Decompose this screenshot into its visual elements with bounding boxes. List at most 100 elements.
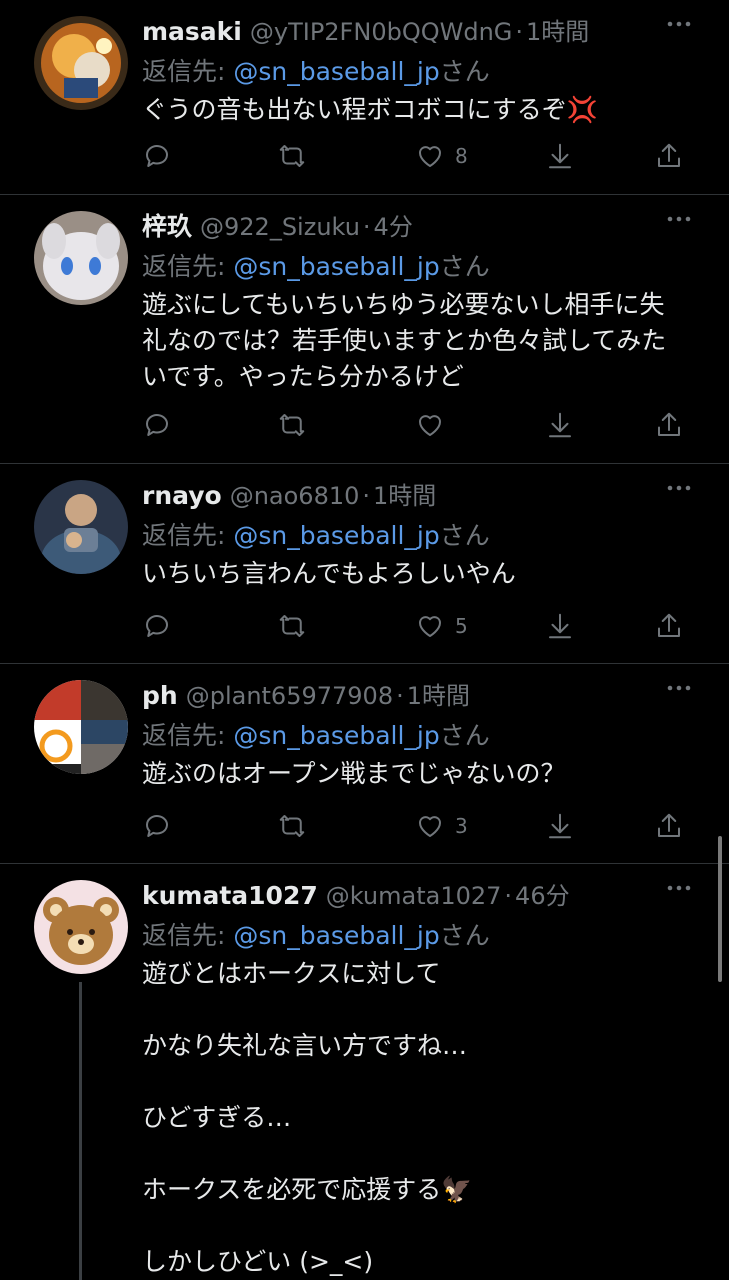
reply-prefix: 返信先: <box>142 721 234 750</box>
thread-line <box>79 982 82 1280</box>
heart-icon <box>418 415 442 436</box>
tweet-3[interactable]: rnayo @nao6810 · 1時間 返信先: @sn_baseball_j… <box>0 464 729 664</box>
bookmark-button[interactable] <box>545 610 575 642</box>
download-icon <box>549 143 571 169</box>
display-name[interactable]: 梓玖 <box>142 207 192 243</box>
reply-icon <box>146 145 168 167</box>
display-name[interactable]: rnayo <box>142 481 222 510</box>
share-button[interactable] <box>654 140 684 172</box>
action-bar: 8 <box>142 140 702 172</box>
display-name[interactable]: masaki <box>142 17 242 46</box>
tweet-5[interactable]: kumata1027 @kumata1027 · 46分 返信先: @sn_ba… <box>0 864 729 1280</box>
avatar[interactable] <box>34 480 128 574</box>
bookmark-button[interactable] <box>545 409 575 441</box>
tweet-text: 遊ぶのはオープン戦までじゃないの？ <box>142 759 566 788</box>
reply-to: 返信先: @sn_baseball_jpさん <box>142 716 490 752</box>
share-button[interactable] <box>654 810 684 842</box>
scrollbar[interactable] <box>718 836 722 982</box>
timestamp[interactable]: 4分 <box>374 207 413 242</box>
more-options-icon[interactable] <box>665 678 693 698</box>
handle[interactable]: @kumata1027 <box>326 882 502 910</box>
action-bar <box>142 409 702 441</box>
mention-link[interactable]: @sn_baseball_jp <box>233 521 439 550</box>
more-options-icon[interactable] <box>665 878 693 898</box>
retweet-button[interactable] <box>277 610 307 642</box>
share-icon <box>658 813 680 837</box>
tweet-text: いちいち言わんでもよろしいやん <box>142 559 516 588</box>
mention-link[interactable]: @sn_baseball_jp <box>233 57 439 86</box>
reply-prefix: 返信先: <box>142 521 234 550</box>
download-icon <box>549 412 571 438</box>
reply-icon <box>146 615 168 637</box>
separator-dot: · <box>362 482 371 510</box>
timestamp[interactable]: 1時間 <box>373 476 436 511</box>
reply-suffix: さん <box>439 921 490 950</box>
reply-button[interactable] <box>142 409 172 441</box>
reply-prefix: 返信先: <box>142 252 234 281</box>
share-button[interactable] <box>654 610 684 642</box>
reply-button[interactable] <box>142 140 172 172</box>
handle[interactable]: @plant65977908 <box>186 682 393 710</box>
like-count: 5 <box>455 614 468 638</box>
display-name[interactable]: ph <box>142 681 178 710</box>
more-options-icon[interactable] <box>665 478 693 498</box>
share-icon <box>658 412 680 436</box>
timestamp[interactable]: 1時間 <box>526 12 589 47</box>
bookmark-button[interactable] <box>545 140 575 172</box>
retweet-button[interactable] <box>277 810 307 842</box>
reply-button[interactable] <box>142 610 172 642</box>
reply-prefix: 返信先: <box>142 921 234 950</box>
more-options-icon[interactable] <box>665 209 693 229</box>
heart-icon <box>418 816 442 837</box>
separator-dot: · <box>504 882 513 910</box>
download-icon <box>549 613 571 639</box>
like-button[interactable] <box>415 409 455 441</box>
avatar[interactable] <box>34 880 128 974</box>
separator-dot: · <box>362 213 371 241</box>
tweet-2[interactable]: 梓玖 @922_Sizuku · 4分 返信先: @sn_baseball_jp… <box>0 195 729 464</box>
reply-to: 返信先: @sn_baseball_jpさん <box>142 916 490 952</box>
tweet-text: ぐうの音も出ない程ボコボコにするぞ💢 <box>142 95 598 124</box>
share-icon <box>658 613 680 637</box>
separator-dot: · <box>515 18 524 46</box>
more-options-icon[interactable] <box>665 14 693 34</box>
mention-link[interactable]: @sn_baseball_jp <box>233 721 439 750</box>
retweet-icon <box>279 615 305 637</box>
timestamp[interactable]: 46分 <box>515 876 570 911</box>
like-button[interactable]: 3 <box>415 810 468 842</box>
retweet-icon <box>279 145 305 167</box>
mention-link[interactable]: @sn_baseball_jp <box>233 921 439 950</box>
bookmark-button[interactable] <box>545 810 575 842</box>
tweet-text: 遊ぶにしてもいちいちゆう必要ないし相手に失 礼なのでは？若手使いますとか色々試し… <box>142 290 667 391</box>
reply-icon <box>146 414 168 436</box>
tweet-1[interactable]: masaki @yTIP2FN0bQQWdnG · 1時間 返信先: @sn_b… <box>0 0 729 195</box>
action-bar: 3 <box>142 810 702 842</box>
avatar[interactable] <box>34 680 128 774</box>
like-count: 3 <box>455 814 468 838</box>
tweet-text: 遊びとはホークスに対して かなり失礼な言い方ですね… ひどすぎる… ホークスを必… <box>142 959 473 1276</box>
timestamp[interactable]: 1時間 <box>407 676 470 711</box>
like-count: 8 <box>455 144 468 168</box>
tweet-4[interactable]: ph @plant65977908 · 1時間 返信先: @sn_basebal… <box>0 664 729 864</box>
reply-suffix: さん <box>439 252 490 281</box>
reply-suffix: さん <box>439 521 490 550</box>
retweet-button[interactable] <box>277 140 307 172</box>
share-button[interactable] <box>654 409 684 441</box>
handle[interactable]: @922_Sizuku <box>200 213 360 241</box>
retweet-button[interactable] <box>277 409 307 441</box>
handle[interactable]: @yTIP2FN0bQQWdnG <box>250 18 513 46</box>
share-icon <box>658 143 680 167</box>
handle[interactable]: @nao6810 <box>230 482 360 510</box>
avatar[interactable] <box>34 211 128 305</box>
reply-suffix: さん <box>439 57 490 86</box>
reply-button[interactable] <box>142 810 172 842</box>
mention-link[interactable]: @sn_baseball_jp <box>233 252 439 281</box>
like-button[interactable]: 5 <box>415 610 468 642</box>
retweet-icon <box>279 414 305 436</box>
like-button[interactable]: 8 <box>415 140 468 172</box>
reply-suffix: さん <box>439 721 490 750</box>
reply-icon <box>146 815 168 837</box>
display-name[interactable]: kumata1027 <box>142 881 318 910</box>
reply-to: 返信先: @sn_baseball_jpさん <box>142 52 490 88</box>
avatar[interactable] <box>34 16 128 110</box>
